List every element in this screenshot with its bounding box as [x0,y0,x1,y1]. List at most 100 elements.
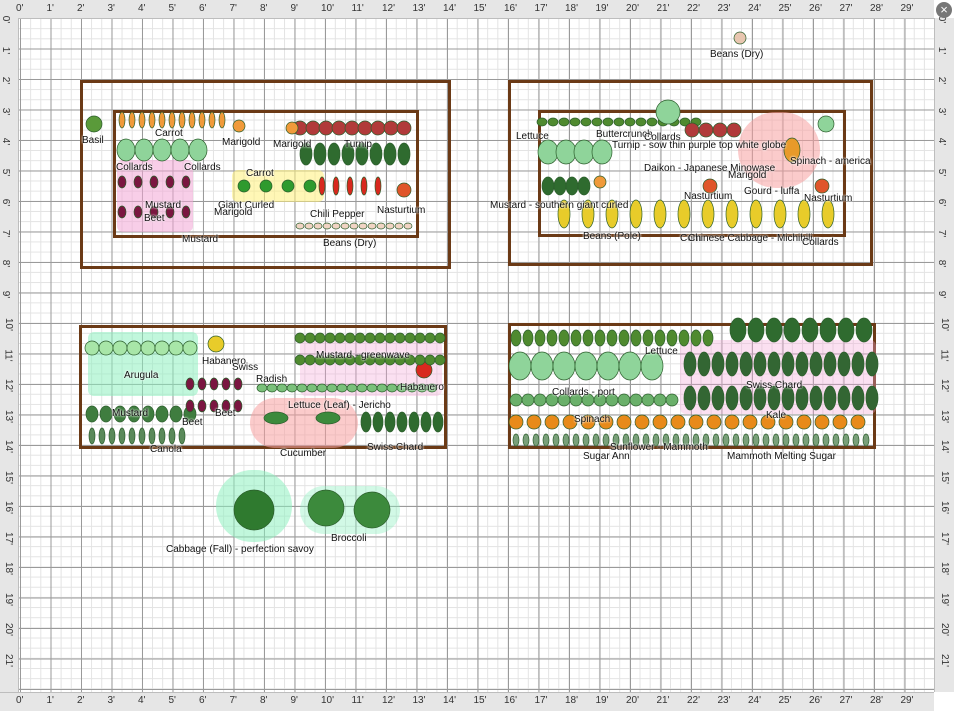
garden-planner-canvas[interactable]: 0' 0' 1' 1' 2' 2' 3' 3' 4' 4' 5' 5' 6' 6' 7' 7' 8' 8' 9' 9'… [0,0,954,711]
ruler-tick-right: 20' [939,622,951,637]
label-lettuce-1[interactable]: Lettuce [516,131,549,142]
label-nasturtium-3[interactable]: Nasturtium [804,193,852,204]
label-chinese-cabbage[interactable]: Chinese Cabbage - Michihili [688,233,813,244]
ruler-tick-bottom: 19' [595,695,609,706]
label-mustard-3[interactable]: Mustard [112,408,148,419]
ruler-tick-top: 21' [656,3,670,14]
ruler-tick-top: 20' [626,3,640,14]
ruler-tick-left: 3' [0,107,12,115]
ruler-tick-left: 7' [0,229,12,237]
label-beet-1[interactable]: Beet [144,213,165,224]
label-cucumber[interactable]: Cucumber [280,448,326,459]
label-collards-1[interactable]: Collards [116,162,153,173]
ruler-tick-top: 11' [351,3,364,14]
label-chili-pepper[interactable]: Chili Pepper [310,209,364,220]
label-lettuce-2[interactable]: Lettuce [645,346,678,357]
label-mustard-1[interactable]: Mustard [145,200,181,211]
label-nasturtium-1[interactable]: Nasturtium [377,205,425,216]
ruler-tick-left: 11' [2,348,14,362]
label-mustard-2[interactable]: Mustard [182,234,218,245]
ruler-tick-right: 21' [939,653,951,667]
ruler-tick-top: 0' [16,3,24,14]
ruler-tick-right: 15' [939,470,951,484]
label-beet-3[interactable]: Beet [215,408,236,419]
label-marigold-4[interactable]: Marigold [728,170,766,181]
label-mustard-greenwave[interactable]: Mustard - greenwave [316,350,410,361]
label-marigold-2[interactable]: Marigold [273,139,311,150]
label-swiss[interactable]: Swiss [232,362,258,373]
ruler-tick-right: 16' [939,500,951,515]
ruler-tick-top: 2' [77,3,85,14]
label-gourd[interactable]: Gourd - luffa [744,186,799,197]
label-swiss-chard-2[interactable]: Swiss Chard [746,380,802,391]
label-broccoli[interactable]: Broccoli [331,533,367,544]
ruler-tick-right: 17' [939,531,951,545]
close-icon[interactable]: × [936,2,952,18]
ruler-tick-top: 13' [412,3,426,14]
label-habanero-2[interactable]: Habanero [400,382,444,393]
label-turnip[interactable]: Turnip [344,139,372,150]
label-sugar-ann[interactable]: Sugar Ann [583,451,630,462]
label-spinach-2[interactable]: Spinach [574,414,610,425]
label-nasturtium-2[interactable]: Nasturtium [684,191,732,202]
ruler-tick-left: 21' [3,653,15,667]
ruler-tick-bottom: 17' [534,695,548,706]
label-carrot-2[interactable]: Carrot [246,168,274,179]
ruler-tick-bottom: 24' [748,695,762,706]
ruler-tick-left: 16' [3,500,15,515]
ruler-tick-left: 0' [0,15,12,24]
ruler-tick-left: 20' [3,622,15,637]
label-beet-2[interactable]: Beet [182,417,203,428]
label-basil[interactable]: Basil [82,135,104,146]
label-collards-4[interactable]: Collards [802,237,839,248]
ruler-tick-top: 29' [900,3,914,14]
label-lettuce-leaf[interactable]: Lettuce (Leaf) - Jericho [288,400,391,411]
ruler-tick-top: 14' [443,3,457,14]
ruler-tick-top: 28' [870,3,884,14]
ruler-tick-left: 19' [3,592,15,606]
label-turnip-sow[interactable]: Turnip - sow thin purple top white globe [612,140,786,151]
ruler-tick-right: 14' [939,439,951,454]
zone-cabbage-green [216,470,292,542]
ruler-tick-top: 18' [565,3,579,14]
label-canola[interactable]: Canola [150,444,182,455]
ruler-tick-bottom: 16' [504,695,518,706]
label-cabbage-fall[interactable]: Cabbage (Fall) - perfection savoy [166,544,314,555]
ruler-tick-top: 6' [199,3,207,14]
label-collards-port[interactable]: Collards - port [552,387,615,398]
label-beans-dry-top[interactable]: Beans (Dry) [710,49,763,60]
label-marigold-3[interactable]: Marigold [214,207,252,218]
ruler-tick-right: 1' [936,46,948,54]
ruler-tick-bottom: 27' [839,695,853,706]
ruler-tick-top: 12' [382,3,396,14]
label-spinach[interactable]: Spinach - america [790,156,871,167]
ruler-tick-top: 9' [290,3,298,14]
ruler-tick-right: 6' [936,198,948,207]
label-radish[interactable]: Radish [256,374,287,385]
label-collards-2[interactable]: Collards [184,162,221,173]
label-arugula[interactable]: Arugula [124,370,158,381]
ruler-tick-bottom: 22' [687,695,701,706]
ruler-tick-right: 10' [939,317,951,332]
label-carrot-1[interactable]: Carrot [155,128,183,139]
ruler-tick-bottom: 20' [626,695,640,706]
label-swiss-chard-1[interactable]: Swiss Chard [367,442,423,453]
ruler-tick-bottom: 15' [473,695,487,706]
ruler-tick-top: 25' [778,3,792,14]
ruler-tick-left: 14' [3,439,15,454]
label-beans-dry[interactable]: Beans (Dry) [323,238,376,249]
ruler-tick-bottom: 3' [107,695,115,706]
ruler-tick-bottom: 9' [290,695,298,706]
ruler-tick-bottom: 0' [16,695,24,706]
ruler-tick-left: 17' [3,531,15,545]
label-mammoth-melting[interactable]: Mammoth Melting Sugar [727,451,836,462]
ruler-tick-bottom: 1' [46,695,54,706]
label-mustard-sg[interactable]: Mustard - southern giant curled [490,200,628,211]
ruler-tick-right: 18' [939,561,951,576]
label-kale[interactable]: Kale [766,410,786,421]
ruler-tick-bottom: 5' [168,695,176,706]
label-beans-pole[interactable]: Beans (Pole) [583,231,641,242]
label-marigold-1[interactable]: Marigold [222,137,260,148]
ruler-tick-bottom: 7' [229,695,237,706]
ruler-tick-left: 4' [0,137,12,146]
